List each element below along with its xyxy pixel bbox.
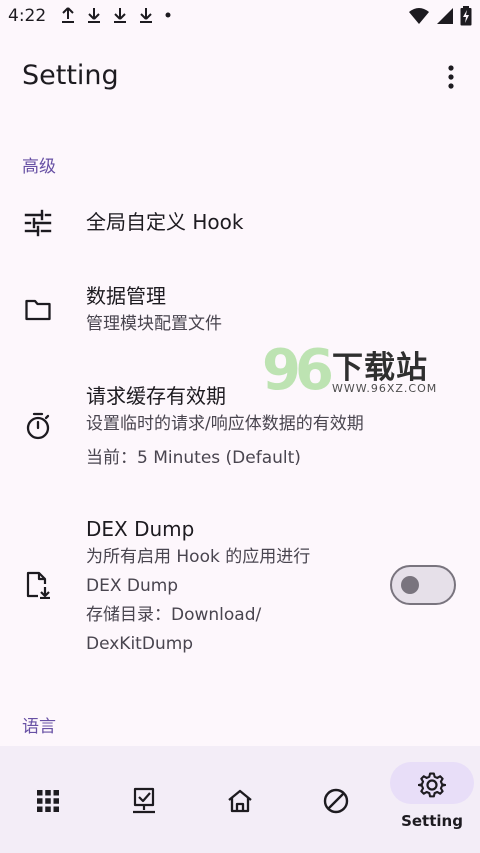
nav-item-home[interactable]: [192, 746, 288, 853]
signal-icon: [437, 8, 453, 24]
pref-storage-path: DexKitDump: [86, 634, 194, 654]
nav-item-setting[interactable]: Setting: [384, 746, 480, 853]
wifi-icon: [409, 8, 429, 24]
pref-data-manage[interactable]: 数据管理 管理模块配置文件: [0, 272, 480, 348]
status-bar: 4:22: [0, 0, 480, 34]
download-icon: [114, 8, 126, 23]
battery-icon: [460, 6, 472, 26]
settings-gear-icon: [417, 770, 447, 800]
apps-grid-icon: [33, 786, 63, 816]
tune-icon: [24, 209, 52, 237]
home-icon: [225, 786, 255, 816]
pref-title: 数据管理: [86, 284, 166, 308]
timer-icon: [26, 412, 50, 440]
download-icon: [140, 8, 152, 23]
nav-item-apps[interactable]: [0, 746, 96, 853]
watermark-title: 下载站: [332, 350, 428, 386]
section-header-advanced: 高级: [22, 157, 56, 177]
nav-label-setting: Setting: [401, 812, 463, 830]
pref-subtitle: 管理模块配置文件: [86, 314, 222, 334]
desktop-check-icon: [129, 786, 159, 816]
block-icon: [321, 786, 351, 816]
switch-thumb: [401, 576, 419, 594]
section-header-language: 语言: [22, 717, 56, 737]
pref-title: 全局自定义 Hook: [86, 210, 244, 234]
nav-item-block[interactable]: [288, 746, 384, 853]
more-vert-icon: [448, 65, 454, 89]
pref-current-value: 当前：5 Minutes (Default): [86, 448, 301, 468]
nav-item-desktop[interactable]: [96, 746, 192, 853]
upload-icon: [62, 7, 74, 23]
notification-icons: [60, 6, 172, 24]
pref-global-hook[interactable]: 全局自定义 Hook: [0, 190, 480, 258]
pref-subtitle: 设置临时的请求/响应体数据的有效期: [86, 414, 364, 434]
pref-subtitle: 为所有启用 Hook 的应用进行: [86, 547, 311, 567]
pref-storage-path: 存储目录：Download/: [86, 605, 262, 625]
status-time: 4:22: [8, 6, 47, 26]
more-options-button[interactable]: [436, 60, 466, 94]
pref-subtitle: DEX Dump: [86, 576, 179, 596]
system-icons: [408, 6, 472, 26]
download-icon: [88, 8, 100, 23]
page-title: Setting: [22, 60, 119, 91]
pref-title: DEX Dump: [86, 517, 195, 541]
folder-icon: [25, 299, 51, 321]
watermark-logo: 96 下载站 WWW.96XZ.COM: [262, 338, 438, 404]
file-download-icon: [26, 571, 50, 599]
watermark-url: WWW.96XZ.COM: [332, 382, 438, 395]
watermark-digits: 96: [262, 338, 334, 403]
dex-dump-switch[interactable]: [390, 565, 456, 605]
app-bar: Setting: [0, 44, 480, 108]
dot-icon: [165, 12, 171, 18]
